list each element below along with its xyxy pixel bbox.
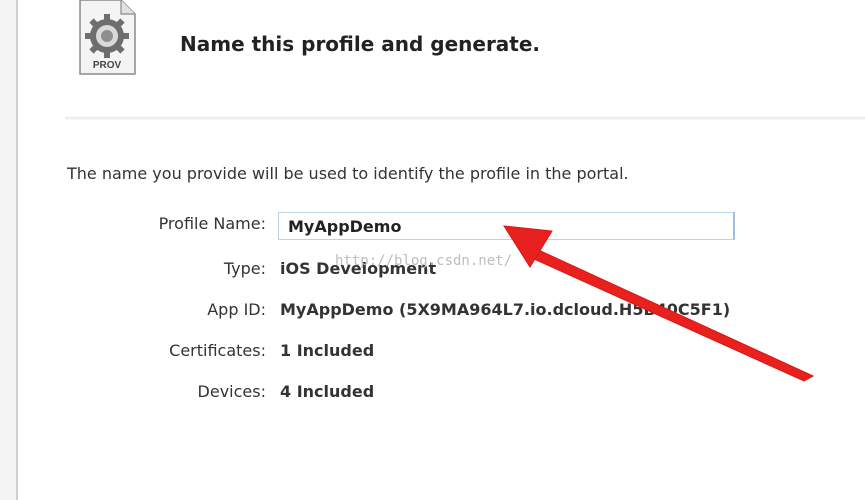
devices-value: 4 Included [280, 382, 375, 401]
prov-label: PROV [93, 60, 122, 71]
profile-name-label: Profile Name: [158, 214, 266, 233]
intro-text: The name you provide will be used to ide… [67, 164, 629, 183]
watermark: http://blog.csdn.net/ [335, 253, 513, 269]
type-label: Type: [223, 259, 266, 278]
app-id-value: MyAppDemo (5X9MA964L7.io.dcloud.H5B40C5F… [280, 300, 731, 319]
certificates-label: Certificates: [169, 341, 266, 360]
devices-row: Devices: 4 Included [0, 382, 865, 406]
certificates-value: 1 Included [280, 341, 375, 360]
section-divider [65, 117, 865, 121]
page-title: Name this profile and generate. [180, 32, 541, 56]
app-id-row: App ID: MyAppDemo (5X9MA964L7.io.dcloud.… [0, 300, 865, 324]
left-border [0, 0, 18, 500]
provisioning-profile-icon: PROV [77, 0, 137, 76]
certificates-row: Certificates: 1 Included [0, 341, 865, 365]
app-id-label: App ID: [207, 300, 266, 319]
profile-name-input[interactable] [278, 212, 735, 240]
devices-label: Devices: [197, 382, 266, 401]
